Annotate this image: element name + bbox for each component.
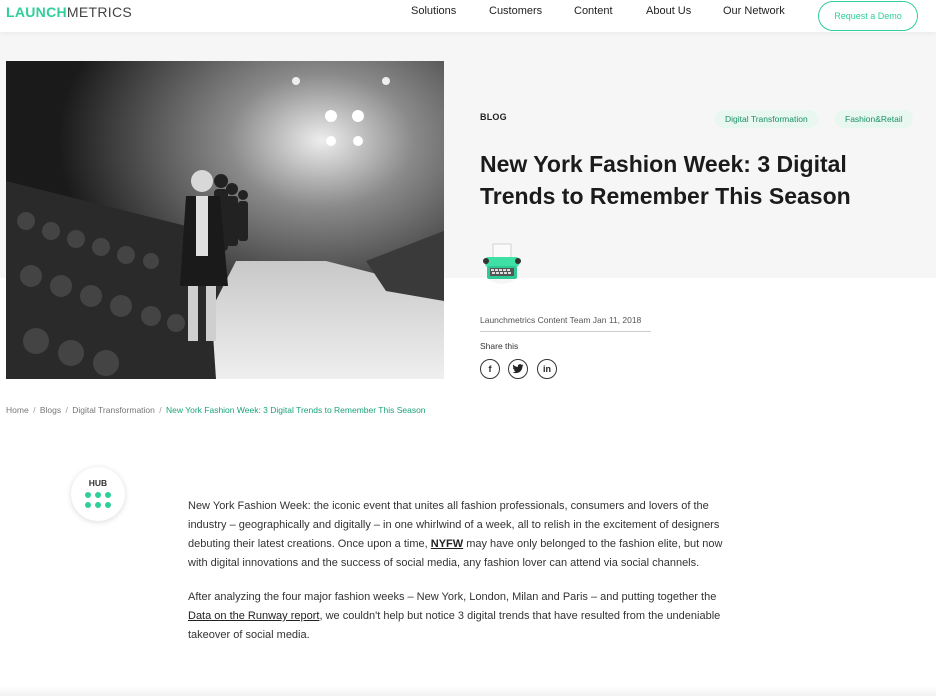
breadcrumb-blogs[interactable]: Blogs — [40, 405, 61, 415]
article-body: New York Fashion Week: the iconic event … — [188, 497, 733, 660]
author-avatar — [480, 240, 524, 284]
page-title: New York Fashion Week: 3 Digital Trends … — [480, 151, 851, 209]
request-demo-button[interactable]: Request a Demo — [818, 1, 918, 31]
twitter-icon[interactable] — [508, 359, 528, 379]
article-paragraph-1: New York Fashion Week: the iconic event … — [188, 500, 723, 569]
nav-our-network[interactable]: Our Network — [723, 5, 785, 17]
breadcrumb-digital-transformation[interactable]: Digital Transformation — [72, 405, 155, 415]
facebook-icon[interactable]: f — [480, 359, 500, 379]
nav-content[interactable]: Content — [574, 5, 613, 17]
data-on-the-runway-link[interactable]: Data on the Runway report — [188, 610, 319, 622]
share-label: Share this — [480, 341, 519, 351]
breadcrumb-separator: / — [65, 405, 68, 415]
nav-about-us[interactable]: About Us — [646, 5, 691, 17]
nyfw-link[interactable]: NYFW — [431, 538, 463, 550]
article-paragraph-2: After analyzing the four major fashion w… — [188, 591, 721, 641]
breadcrumb-current: New York Fashion Week: 3 Digital Trends … — [166, 405, 426, 415]
tag-digital-transformation[interactable]: Digital Transformation — [715, 110, 818, 128]
breadcrumb-home[interactable]: Home — [6, 405, 29, 415]
logo-metrics: METRICS — [66, 4, 133, 20]
page-bottom-edge — [0, 686, 936, 696]
grid-dots-icon — [85, 492, 111, 508]
typewriter-icon — [480, 240, 524, 284]
author-date: Launchmetrics Content Team Jan 11, 2018 — [480, 315, 651, 332]
hub-label: HUB — [88, 478, 108, 488]
tag-fashion-retail[interactable]: Fashion&Retail — [835, 110, 913, 128]
category-label: BLOG — [480, 112, 507, 122]
linkedin-icon[interactable]: in — [537, 359, 557, 379]
runway-hero-image — [6, 61, 444, 379]
nav-customers[interactable]: Customers — [489, 5, 542, 17]
launchmetrics-logo[interactable]: LAUNCHMETRICS — [6, 4, 132, 20]
logo-launch: LAUNCH — [6, 4, 67, 20]
nav-solutions[interactable]: Solutions — [411, 5, 456, 17]
breadcrumb-separator: / — [33, 405, 36, 415]
breadcrumb-separator: / — [159, 405, 162, 415]
hub-button[interactable]: HUB — [71, 467, 125, 521]
breadcrumb: Home / Blogs / Digital Transformation / … — [6, 405, 426, 415]
site-header: LAUNCHMETRICS Solutions Customers Conten… — [0, 0, 936, 32]
